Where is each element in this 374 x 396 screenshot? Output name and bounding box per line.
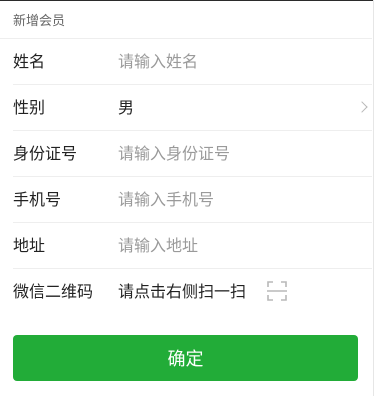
id-number-label: 身份证号 bbox=[13, 144, 78, 163]
gender-label: 性别 bbox=[13, 98, 46, 117]
top-divider bbox=[0, 0, 374, 1]
chevron-right-icon bbox=[356, 101, 368, 113]
id-number-row[interactable]: 身份证号 请输入身份证号 bbox=[13, 131, 372, 177]
phone-input[interactable]: 请输入手机号 bbox=[118, 177, 214, 223]
wechat-qr-hint: 请点击右侧扫一扫 bbox=[118, 282, 247, 301]
gender-row[interactable]: 性别 男 bbox=[13, 85, 372, 131]
id-number-input[interactable]: 请输入身份证号 bbox=[118, 131, 230, 177]
wechat-qr-label: 微信二维码 bbox=[13, 282, 94, 301]
address-input[interactable]: 请输入地址 bbox=[118, 223, 198, 269]
phone-row[interactable]: 手机号 请输入手机号 bbox=[13, 177, 372, 223]
phone-label: 手机号 bbox=[13, 190, 62, 209]
name-input[interactable]: 请输入姓名 bbox=[118, 39, 198, 85]
member-form: 姓名 请输入姓名 性别 男 身份证号 请输入身份证号 手机号 请输入手机号 地址… bbox=[0, 38, 372, 315]
address-label: 地址 bbox=[13, 236, 46, 255]
name-row[interactable]: 姓名 请输入姓名 bbox=[13, 39, 372, 85]
wechat-qr-row: 微信二维码 请点击右侧扫一扫 bbox=[13, 269, 372, 315]
scan-icon[interactable] bbox=[267, 281, 287, 301]
address-row[interactable]: 地址 请输入地址 bbox=[13, 223, 372, 269]
confirm-button[interactable]: 确定 bbox=[13, 335, 358, 381]
name-label: 姓名 bbox=[13, 52, 46, 71]
section-title: 新增会员 bbox=[13, 14, 66, 29]
gender-select[interactable]: 男 bbox=[118, 85, 134, 131]
